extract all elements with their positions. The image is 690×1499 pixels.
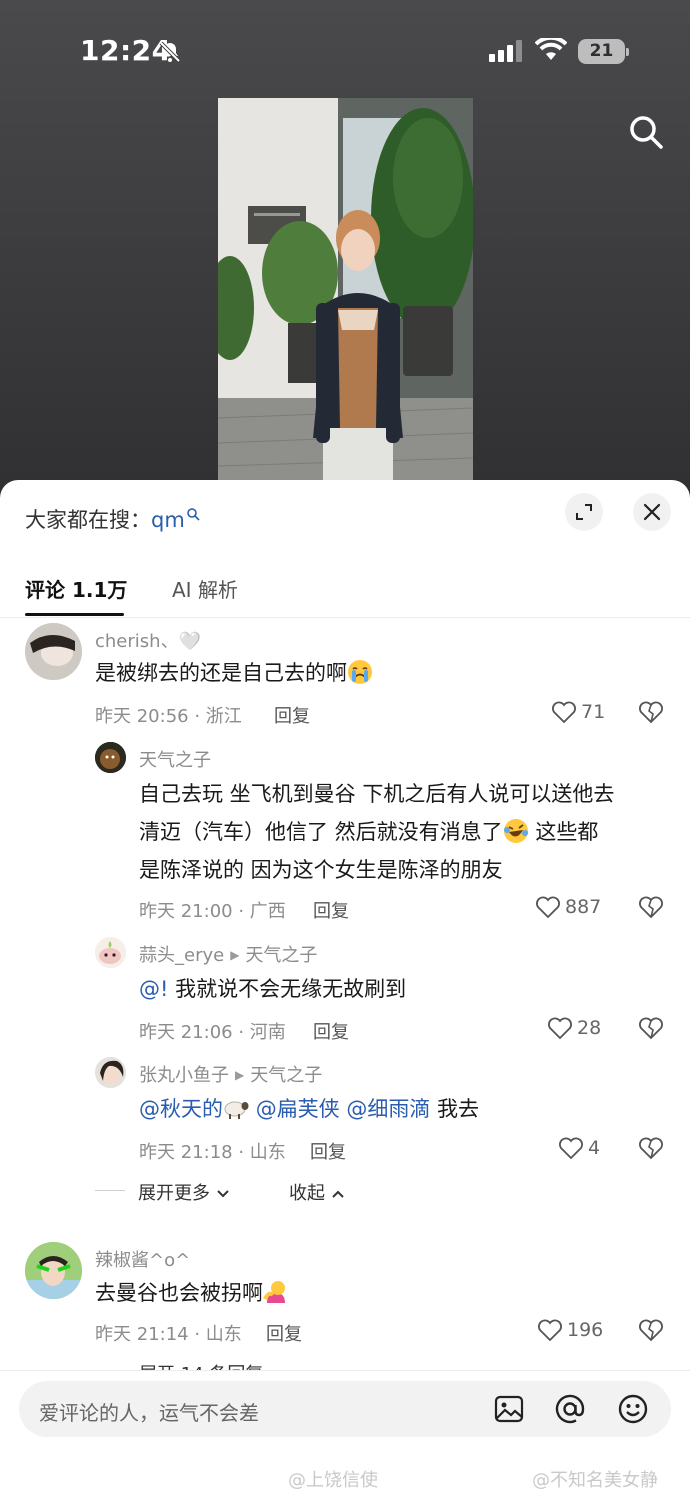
collapse-button[interactable]: 收起 bbox=[289, 1179, 345, 1205]
comment-time-location: 昨天 21:18 · 山东 bbox=[139, 1142, 286, 1163]
search-suggestion[interactable]: 大家都在搜：qm bbox=[25, 504, 200, 534]
comment-username[interactable]: 蒜头_erye ▶ 天气之子 bbox=[139, 941, 317, 967]
bell-off-icon bbox=[159, 41, 181, 63]
reply-button[interactable]: 回复 bbox=[313, 897, 349, 923]
heart-icon bbox=[536, 896, 560, 919]
video-photo[interactable] bbox=[218, 98, 473, 480]
tab-active-indicator bbox=[25, 613, 124, 616]
sheep-emoji-icon bbox=[224, 1101, 249, 1119]
comment-username[interactable]: cherish、🤍 bbox=[95, 627, 201, 653]
avatar[interactable] bbox=[95, 1057, 126, 1088]
dislike-icon[interactable] bbox=[638, 700, 664, 724]
chevron-down-icon bbox=[217, 1190, 229, 1198]
watermark: @上饶信使 bbox=[288, 1470, 378, 1491]
comment-username[interactable]: 辣椒酱^o^ bbox=[95, 1246, 190, 1272]
wifi-icon bbox=[535, 38, 567, 60]
mention-link[interactable]: @! bbox=[139, 977, 168, 1001]
comment-list[interactable]: cherish、🤍 是被绑去的还是自己去的啊 昨天 20:56 · 浙江 回复 … bbox=[0, 620, 690, 1372]
comment-username[interactable]: 天气之子 bbox=[139, 746, 211, 772]
heart-icon bbox=[548, 1017, 572, 1040]
thread-divider bbox=[95, 1190, 125, 1191]
reply-button[interactable]: 回复 bbox=[274, 702, 310, 728]
comment-text[interactable]: 自己去玩 坐飞机到曼谷 下机之后有人说可以送他去 清迈（汽车）他信了 然后就没有… bbox=[139, 775, 679, 889]
search-suggestion-prefix: 大家都在搜： bbox=[25, 508, 151, 532]
avatar[interactable] bbox=[95, 937, 126, 968]
comment-time-location: 昨天 20:56 · 浙江 bbox=[95, 706, 242, 727]
emoji-icon[interactable] bbox=[617, 1393, 649, 1425]
comment-text[interactable]: 去曼谷也会被拐啊 bbox=[95, 1274, 289, 1312]
comment-text[interactable]: @秋天的 @扁芙侠 @细雨滴 我去 bbox=[139, 1090, 479, 1128]
expand-more-button[interactable]: 展开更多 bbox=[138, 1179, 230, 1205]
dislike-icon[interactable] bbox=[638, 1016, 664, 1040]
like-count: 196 bbox=[567, 1319, 604, 1341]
comment-input-placeholder: 爱评论的人，运气不会差 bbox=[39, 1401, 259, 1425]
comment-input[interactable]: 爱评论的人，运气不会差 bbox=[19, 1381, 671, 1437]
watermark: @不知名美女静 bbox=[532, 1470, 658, 1491]
comment-input-bar: 爱评论的人，运气不会差 bbox=[0, 1370, 690, 1450]
avatar[interactable] bbox=[25, 1242, 82, 1299]
expand-button[interactable] bbox=[565, 493, 603, 531]
close-button[interactable] bbox=[633, 493, 671, 531]
avatar[interactable] bbox=[25, 623, 82, 680]
pleading-emoji-icon bbox=[263, 1281, 285, 1303]
like-count: 28 bbox=[577, 1017, 602, 1039]
like-count: 71 bbox=[581, 701, 606, 723]
photo-image bbox=[218, 98, 473, 480]
image-icon[interactable] bbox=[493, 1393, 525, 1425]
tab-comments[interactable]: 评论 1.1万 bbox=[25, 574, 127, 603]
comment-time-location: 昨天 21:00 · 广西 bbox=[139, 901, 286, 922]
crying-emoji-icon bbox=[348, 660, 372, 684]
status-bar: 12:24 21 bbox=[0, 28, 690, 78]
video-area[interactable]: 12:24 21 bbox=[0, 0, 690, 500]
reply-button[interactable]: 回复 bbox=[266, 1320, 302, 1346]
like-count: 887 bbox=[565, 896, 602, 918]
expand-icon bbox=[576, 504, 592, 520]
mention-link[interactable]: @细雨滴 bbox=[346, 1097, 430, 1121]
like-button[interactable]: 887 bbox=[535, 895, 601, 919]
avatar[interactable] bbox=[95, 742, 126, 773]
chevron-up-icon bbox=[332, 1190, 344, 1198]
like-button[interactable]: 28 bbox=[547, 1016, 601, 1040]
signal-icon bbox=[489, 40, 522, 62]
dislike-icon[interactable] bbox=[638, 895, 664, 919]
dislike-icon[interactable] bbox=[638, 1318, 664, 1342]
mention-link[interactable]: @秋天的 bbox=[139, 1097, 223, 1121]
comment-text[interactable]: 是被绑去的还是自己去的啊 bbox=[95, 654, 373, 692]
reply-button[interactable]: 回复 bbox=[310, 1138, 346, 1164]
search-suggestion-keyword[interactable]: qm bbox=[151, 508, 185, 532]
comment-time-location: 昨天 21:14 · 山东 bbox=[95, 1324, 242, 1345]
close-icon bbox=[643, 503, 661, 521]
comment-username[interactable]: 张丸小鱼子 ▶ 天气之子 bbox=[139, 1061, 322, 1087]
mention-link[interactable]: @扁芙侠 bbox=[256, 1097, 340, 1121]
mention-icon[interactable] bbox=[554, 1393, 586, 1425]
heart-icon bbox=[538, 1319, 562, 1342]
comment-time-location: 昨天 21:06 · 河南 bbox=[139, 1022, 286, 1043]
search-icon[interactable] bbox=[628, 114, 664, 150]
watermark-area: @上饶信使 @不知名美女静 bbox=[0, 1466, 690, 1496]
heart-icon bbox=[559, 1137, 583, 1160]
comment-sheet: 大家都在搜：qm 评论 1.1万 AI 解析 cherish、🤍 是被绑去的还是… bbox=[0, 480, 690, 1499]
like-button[interactable]: 71 bbox=[551, 700, 605, 724]
dislike-icon[interactable] bbox=[638, 1136, 664, 1160]
reply-button[interactable]: 回复 bbox=[313, 1018, 349, 1044]
heart-icon bbox=[552, 701, 576, 724]
tab-bar: 评论 1.1万 AI 解析 bbox=[0, 570, 690, 618]
search-icon bbox=[186, 508, 200, 521]
reply-arrow-icon: ▶ bbox=[235, 1068, 245, 1082]
reply-arrow-icon: ▶ bbox=[230, 948, 240, 962]
like-button[interactable]: 196 bbox=[537, 1318, 603, 1342]
tab-ai-analysis[interactable]: AI 解析 bbox=[172, 574, 238, 603]
like-count: 4 bbox=[588, 1137, 601, 1159]
comment-text[interactable]: @! 我就说不会无缘无故刷到 bbox=[139, 970, 406, 1008]
battery-icon: 21 bbox=[578, 39, 629, 64]
laughing-tears-emoji-icon bbox=[503, 819, 528, 843]
like-button[interactable]: 4 bbox=[558, 1136, 600, 1160]
